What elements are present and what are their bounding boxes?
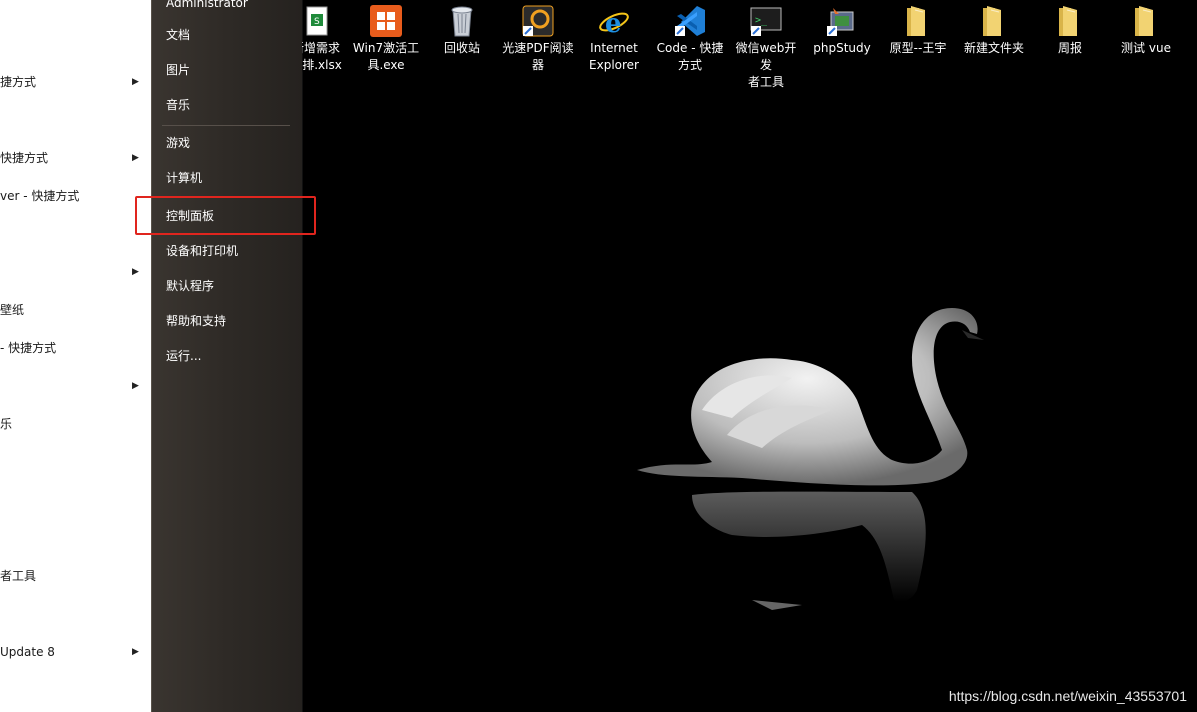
submenu-arrow-icon[interactable]: ▶: [132, 72, 139, 92]
desktop-icon-label: 周报: [1057, 41, 1082, 55]
user-name-link[interactable]: Administrator: [166, 0, 286, 14]
program-item[interactable]: Update 8: [0, 642, 55, 662]
vscode-icon: [673, 4, 707, 38]
desktop-icon-label: 回收站: [443, 41, 480, 55]
excel-file-icon: S: [302, 4, 333, 38]
start-menu-program-list: 捷方式 ▶ 快捷方式 ▶ ver - 快捷方式 ▶ 壁纸 - 快捷方式 ▶ 乐 …: [0, 0, 151, 712]
folder-icon: [901, 4, 935, 38]
desktop-icon-vscode[interactable]: Code - 快捷 方式: [654, 4, 726, 74]
program-item[interactable]: 壁纸: [0, 300, 24, 320]
desktop-icon-folder-weekly[interactable]: 周报: [1034, 4, 1106, 57]
windows-logo-icon: [369, 4, 403, 38]
desktop-icon-folder-new[interactable]: 新建文件夹: [958, 4, 1030, 57]
menu-item-music[interactable]: 音乐: [166, 94, 286, 116]
folder-icon: [1053, 4, 1087, 38]
svg-text:>_: >_: [755, 15, 768, 26]
desktop-icon-excel[interactable]: S 新增需求 安排.xlsx: [302, 4, 352, 74]
menu-item-help-support[interactable]: 帮助和支持: [166, 310, 286, 332]
menu-item-run[interactable]: 运行...: [166, 345, 286, 367]
svg-text:e: e: [605, 9, 622, 38]
desktop-icon-label: Code - 快捷 方式: [656, 41, 724, 72]
submenu-arrow-icon[interactable]: ▶: [132, 148, 139, 168]
desktop-icon-folder-vue[interactable]: 测试 vue: [1110, 4, 1182, 57]
program-item[interactable]: ver - 快捷方式: [0, 186, 79, 206]
start-menu-right-pane: Administrator 文档 图片 音乐 游戏 计算机 控制面板 设备和打印…: [151, 0, 303, 712]
desktop-icon-win7-activator[interactable]: Win7激活工 具.exe: [350, 4, 422, 74]
svg-text:S: S: [314, 17, 320, 27]
recycle-bin-icon: [445, 4, 479, 38]
wechat-devtools-icon: >_: [749, 4, 783, 38]
desktop-icon-label: 光速PDF阅读 器: [502, 41, 574, 72]
highlight-annotation-box: [135, 196, 316, 235]
desktop-icon-label: Win7激活工 具.exe: [352, 41, 420, 72]
program-item[interactable]: 快捷方式: [0, 148, 48, 168]
desktop-icon-label: 测试 vue: [1121, 41, 1171, 55]
submenu-arrow-icon[interactable]: ▶: [132, 642, 139, 662]
folder-icon: [1129, 4, 1163, 38]
phpstudy-icon: [825, 4, 859, 38]
desktop-icon-label: 新建文件夹: [963, 41, 1024, 55]
menu-item-computer[interactable]: 计算机: [166, 167, 286, 189]
pdf-reader-icon: [521, 4, 555, 38]
internet-explorer-icon: e: [597, 4, 631, 39]
menu-item-games[interactable]: 游戏: [166, 132, 286, 154]
desktop-icon-label: phpStudy: [813, 41, 871, 55]
menu-divider: [162, 125, 290, 126]
program-item[interactable]: - 快捷方式: [0, 338, 56, 358]
menu-item-default-programs[interactable]: 默认程序: [166, 275, 286, 297]
desktop-icon-label: 原型--王宇: [889, 41, 947, 55]
desktop-icon-phpstudy[interactable]: phpStudy: [806, 4, 878, 57]
desktop-icon-label: Internet Explorer: [589, 41, 639, 72]
desktop-icon-internet-explorer[interactable]: e Internet Explorer: [578, 4, 650, 74]
desktop-icon-folder-prototype[interactable]: 原型--王宇: [882, 4, 954, 57]
swan-wallpaper-image: [637, 308, 984, 610]
menu-item-pictures[interactable]: 图片: [166, 59, 286, 81]
watermark-text: https://blog.csdn.net/weixin_43553701: [948, 688, 1187, 704]
desktop-icon-recycle-bin[interactable]: 回收站: [426, 4, 498, 57]
submenu-arrow-icon[interactable]: ▶: [132, 376, 139, 396]
desktop-icon-label: 微信web开发 者工具: [735, 41, 797, 89]
program-item[interactable]: 者工具: [0, 566, 36, 586]
folder-icon: [977, 4, 1011, 38]
desktop-icon-pdf-reader[interactable]: 光速PDF阅读 器: [502, 4, 574, 74]
program-item[interactable]: 捷方式: [0, 72, 36, 92]
desktop-icon-wechat-devtools[interactable]: >_ 微信web开发 者工具: [730, 4, 802, 91]
menu-item-documents[interactable]: 文档: [166, 24, 286, 46]
desktop-area[interactable]: S 新增需求 安排.xlsx Win7激活工 具.exe 回收站 光速PDF阅读…: [302, 0, 1197, 712]
program-item[interactable]: 乐: [0, 414, 12, 434]
desktop-icon-label: 新增需求 安排.xlsx: [302, 41, 342, 72]
menu-item-devices-printers[interactable]: 设备和打印机: [166, 240, 286, 262]
submenu-arrow-icon[interactable]: ▶: [132, 262, 139, 282]
